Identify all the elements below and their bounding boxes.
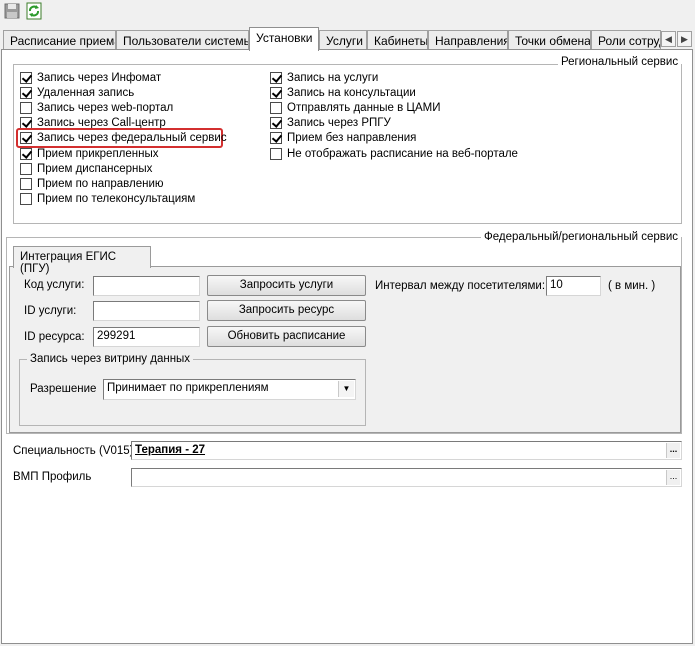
tab-roles[interactable]: Роли сотруд <box>591 30 661 50</box>
tab-strip: Расписание приема Пользователи системы У… <box>0 26 695 51</box>
interval-label: Интервал между посетителями: <box>375 280 546 292</box>
showcase-title: Запись через витрину данных <box>27 353 194 365</box>
tab-users[interactable]: Пользователи системы <box>116 30 249 50</box>
checkbox-no-referral[interactable] <box>270 132 282 144</box>
check-infomat[interactable]: Запись через Инфомат <box>20 71 161 85</box>
interval-unit-label: ( в мин. ) <box>608 280 656 292</box>
vmp-browse-button[interactable]: ... <box>666 470 680 485</box>
vmp-profile-label: ВМП Профиль <box>13 471 92 483</box>
service-id-input[interactable] <box>93 301 200 321</box>
checkbox-dispensary[interactable] <box>20 163 32 175</box>
service-code-label: Код услуги: <box>24 279 85 291</box>
check-label: Запись через web-портал <box>37 102 174 114</box>
federal-service-title: Федеральный/региональный сервис <box>481 231 682 243</box>
check-teleconsult[interactable]: Прием по телеконсультациям <box>20 192 195 206</box>
checkbox-federal-service[interactable] <box>20 132 32 144</box>
save-button[interactable] <box>3 2 23 22</box>
vmp-profile-field[interactable]: ... <box>131 468 682 487</box>
permission-select[interactable]: Принимает по прикреплениям ▼ <box>103 379 356 400</box>
chevron-down-icon[interactable]: ▼ <box>338 381 354 397</box>
refresh-icon <box>26 2 42 20</box>
tab-scroll-right-button[interactable]: ▶ <box>677 31 692 47</box>
check-label: Запись через РПГУ <box>287 117 391 129</box>
refresh-button[interactable] <box>25 2 45 22</box>
tab-scroll-left-button[interactable]: ◀ <box>661 31 676 47</box>
resource-id-input[interactable]: 299291 <box>93 327 200 347</box>
check-attached[interactable]: Прием прикрепленных <box>20 147 159 161</box>
checkbox-send-cami[interactable] <box>270 102 282 114</box>
permission-value: Принимает по прикреплениям <box>107 382 269 394</box>
tab-egis-integration[interactable]: Интеграция ЕГИС (ПГУ) <box>13 246 151 275</box>
request-resource-button[interactable]: Запросить ресурс <box>207 300 366 321</box>
check-label: Удаленная запись <box>37 87 135 99</box>
checkbox-web-portal[interactable] <box>20 102 32 114</box>
check-no-referral[interactable]: Прием без направления <box>270 131 416 145</box>
check-label: Запись через Инфомат <box>37 72 162 84</box>
checkbox-teleconsult[interactable] <box>20 193 32 205</box>
checkbox-attached[interactable] <box>20 148 32 160</box>
check-remote[interactable]: Удаленная запись <box>20 86 134 100</box>
check-send-cami[interactable]: Отправлять данные в ЦАМИ <box>270 101 440 115</box>
checkbox-services-booking[interactable] <box>270 72 282 84</box>
check-consultations[interactable]: Запись на консультации <box>270 86 416 100</box>
checkbox-hide-web-schedule[interactable] <box>270 148 282 160</box>
check-rpgu[interactable]: Запись через РПГУ <box>270 116 391 130</box>
service-code-input[interactable] <box>93 276 200 296</box>
interval-input[interactable]: 10 <box>546 276 601 296</box>
check-label: Запись на услуги <box>287 72 379 84</box>
update-schedule-button[interactable]: Обновить расписание <box>207 326 366 347</box>
specialty-browse-button[interactable]: ... <box>666 443 680 458</box>
check-label: Прием по телеконсультациям <box>37 193 196 205</box>
check-label: Прием прикрепленных <box>37 148 159 160</box>
specialty-label: Специальность (V015) <box>13 445 134 457</box>
service-id-label: ID услуги: <box>24 305 77 317</box>
check-label: Не отображать расписание на веб-портале <box>287 148 518 160</box>
check-label: Прием без направления <box>287 132 417 144</box>
check-label: Прием по направлению <box>37 178 164 190</box>
checkbox-rpgu[interactable] <box>270 117 282 129</box>
check-label: Отправлять данные в ЦАМИ <box>287 102 441 114</box>
check-services-booking[interactable]: Запись на услуги <box>270 71 378 85</box>
checkbox-referral[interactable] <box>20 178 32 190</box>
permission-label: Разрешение <box>30 383 97 395</box>
check-federal-service[interactable]: Запись через федеральный сервис <box>20 131 227 145</box>
check-label: Запись на консультации <box>287 87 416 99</box>
tab-schedule[interactable]: Расписание приема <box>3 30 116 50</box>
specialty-value: Терапия - 27 <box>135 444 206 456</box>
tab-exchange-points[interactable]: Точки обмена <box>508 30 591 50</box>
checkbox-consultations[interactable] <box>270 87 282 99</box>
specialty-field[interactable]: Терапия - 27 ... <box>131 441 682 460</box>
tab-settings[interactable]: Установки <box>249 27 319 51</box>
save-icon <box>4 3 20 19</box>
request-services-button[interactable]: Запросить услуги <box>207 275 366 296</box>
check-label: Запись через федеральный сервис <box>37 132 227 144</box>
check-referral[interactable]: Прием по направлению <box>20 177 164 191</box>
check-hide-web-schedule[interactable]: Не отображать расписание на веб-портале <box>270 147 518 161</box>
toolbar <box>0 0 695 26</box>
check-label: Прием диспансерных <box>37 163 153 175</box>
check-web-portal[interactable]: Запись через web-портал <box>20 101 173 115</box>
resource-id-label: ID ресурса: <box>24 331 85 343</box>
checkbox-remote[interactable] <box>20 87 32 99</box>
regional-service-title: Региональный сервис <box>558 56 682 68</box>
tab-services[interactable]: Услуги <box>319 30 367 50</box>
checkbox-infomat[interactable] <box>20 72 32 84</box>
tab-referrals[interactable]: Направления <box>428 30 508 50</box>
check-dispensary[interactable]: Прием диспансерных <box>20 162 152 176</box>
tab-cabinets[interactable]: Кабинеты <box>367 30 428 50</box>
